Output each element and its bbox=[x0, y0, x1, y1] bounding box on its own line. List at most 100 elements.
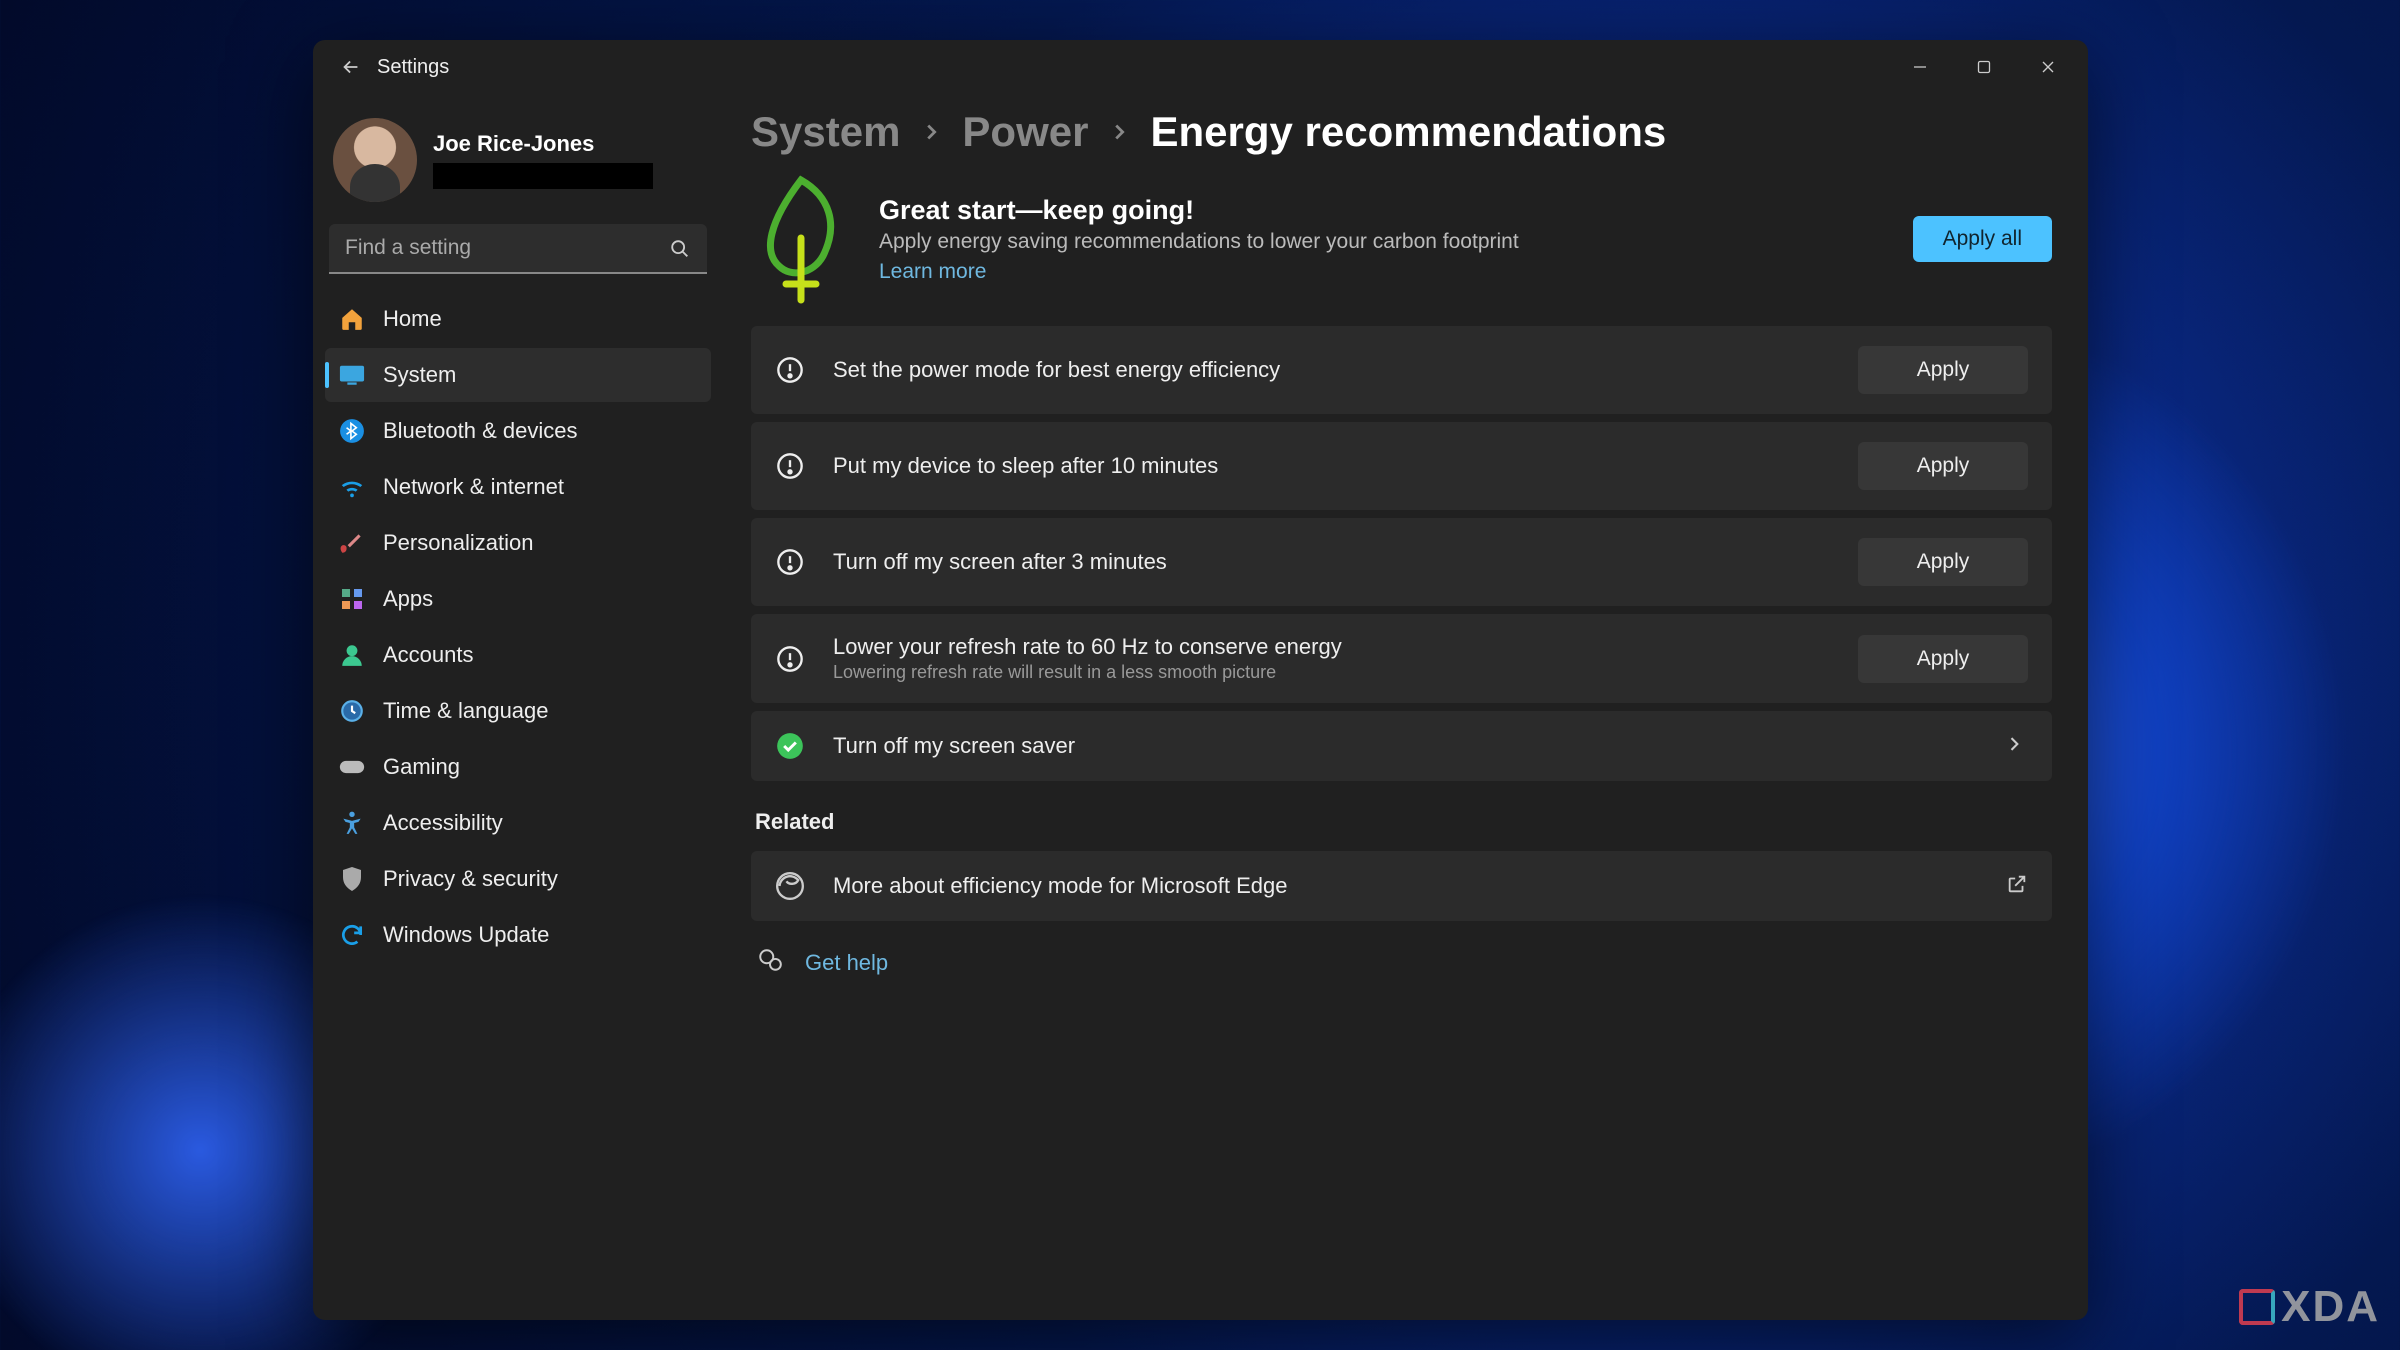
apps-icon bbox=[339, 586, 365, 612]
chevron-right-icon bbox=[1108, 121, 1130, 143]
avatar bbox=[333, 118, 417, 202]
chevron-right-icon bbox=[2004, 734, 2028, 759]
shield-icon bbox=[339, 866, 365, 892]
xda-watermark: XDA bbox=[2239, 1282, 2380, 1332]
search-wrap bbox=[329, 224, 707, 274]
window-controls bbox=[1888, 44, 2080, 90]
close-icon bbox=[2040, 59, 2056, 75]
get-help-row[interactable]: Get help bbox=[757, 947, 2052, 978]
breadcrumb-power[interactable]: Power bbox=[962, 108, 1088, 156]
minimize-icon bbox=[1912, 59, 1928, 75]
external-link-icon bbox=[2006, 873, 2028, 900]
sidebar-item-brush[interactable]: Personalization bbox=[325, 516, 711, 570]
leaf-icon bbox=[751, 174, 851, 304]
sidebar-item-apps[interactable]: Apps bbox=[325, 572, 711, 626]
apply-all-button[interactable]: Apply all bbox=[1913, 216, 2052, 262]
search-icon bbox=[669, 238, 691, 265]
breadcrumb: System Power Energy recommendations bbox=[751, 108, 2052, 156]
recommendation-card: Set the power mode for best energy effic… bbox=[751, 326, 2052, 414]
profile-block[interactable]: Joe Rice-Jones bbox=[325, 112, 711, 224]
accessibility-icon bbox=[339, 810, 365, 836]
hero-subtitle: Apply energy saving recommendations to l… bbox=[879, 230, 1885, 254]
titlebar: Settings bbox=[313, 40, 2088, 94]
related-heading: Related bbox=[755, 809, 2052, 835]
sidebar-item-home[interactable]: Home bbox=[325, 292, 711, 346]
sidebar-item-label: Network & internet bbox=[383, 474, 564, 500]
xda-logo-icon bbox=[2239, 1289, 2275, 1325]
search-input[interactable] bbox=[329, 224, 707, 274]
sidebar-item-shield[interactable]: Privacy & security bbox=[325, 852, 711, 906]
app-title: Settings bbox=[377, 56, 449, 79]
sidebar-item-label: Home bbox=[383, 306, 442, 332]
home-icon bbox=[339, 306, 365, 332]
apply-button[interactable]: Apply bbox=[1858, 635, 2028, 683]
sidebar-item-label: Privacy & security bbox=[383, 866, 558, 892]
sidebar-item-label: System bbox=[383, 362, 456, 388]
sidebar-item-label: Apps bbox=[383, 586, 433, 612]
apply-button[interactable]: Apply bbox=[1858, 442, 2028, 490]
alert-circle-icon bbox=[775, 355, 805, 385]
sidebar-item-clock[interactable]: Time & language bbox=[325, 684, 711, 738]
recommendation-card[interactable]: Turn off my screen saver bbox=[751, 711, 2052, 781]
breadcrumb-current: Energy recommendations bbox=[1150, 108, 1666, 156]
help-icon bbox=[757, 947, 783, 978]
arrow-left-icon bbox=[340, 56, 362, 78]
edge-icon bbox=[775, 871, 805, 901]
bluetooth-icon bbox=[339, 418, 365, 444]
nav: Home System Bluetooth & devices Network & i… bbox=[325, 292, 711, 962]
recommendation-title: Turn off my screen after 3 minutes bbox=[833, 549, 1830, 575]
sidebar-item-bluetooth[interactable]: Bluetooth & devices bbox=[325, 404, 711, 458]
breadcrumb-system[interactable]: System bbox=[751, 108, 900, 156]
sidebar-item-label: Accounts bbox=[383, 642, 474, 668]
recommendation-card: Put my device to sleep after 10 minutes A… bbox=[751, 422, 2052, 510]
recommendation-title: Set the power mode for best energy effic… bbox=[833, 357, 1830, 383]
sidebar-item-update[interactable]: Windows Update bbox=[325, 908, 711, 962]
update-icon bbox=[339, 922, 365, 948]
sidebar-item-wifi[interactable]: Network & internet bbox=[325, 460, 711, 514]
close-button[interactable] bbox=[2016, 44, 2080, 90]
related-list: More about efficiency mode for Microsoft… bbox=[751, 851, 2052, 921]
apply-button[interactable]: Apply bbox=[1858, 538, 2028, 586]
sidebar-item-label: Bluetooth & devices bbox=[383, 418, 577, 444]
back-button[interactable] bbox=[331, 47, 371, 87]
maximize-button[interactable] bbox=[1952, 44, 2016, 90]
clock-icon bbox=[339, 698, 365, 724]
brush-icon bbox=[339, 530, 365, 556]
recommendation-subtitle: Lowering refresh rate will result in a l… bbox=[833, 662, 1830, 683]
alert-circle-icon bbox=[775, 547, 805, 577]
check-circle-icon bbox=[775, 731, 805, 761]
recommendation-card: Lower your refresh rate to 60 Hz to cons… bbox=[751, 614, 2052, 703]
get-help-link[interactable]: Get help bbox=[805, 950, 888, 976]
sidebar-item-label: Gaming bbox=[383, 754, 460, 780]
sidebar-item-accessibility[interactable]: Accessibility bbox=[325, 796, 711, 850]
sidebar-item-label: Time & language bbox=[383, 698, 549, 724]
recommendation-title: Put my device to sleep after 10 minutes bbox=[833, 453, 1830, 479]
profile-name: Joe Rice-Jones bbox=[433, 131, 653, 157]
related-card[interactable]: More about efficiency mode for Microsoft… bbox=[751, 851, 2052, 921]
recommendation-title: Turn off my screen saver bbox=[833, 733, 1976, 759]
recommendation-title: Lower your refresh rate to 60 Hz to cons… bbox=[833, 634, 1830, 660]
settings-window: Settings Joe Rice-Jones bbox=[313, 40, 2088, 1320]
minimize-button[interactable] bbox=[1888, 44, 1952, 90]
sidebar-item-account[interactable]: Accounts bbox=[325, 628, 711, 682]
chevron-right-icon bbox=[920, 121, 942, 143]
hero: Great start—keep going! Apply energy sav… bbox=[751, 174, 2052, 304]
learn-more-link[interactable]: Learn more bbox=[879, 260, 986, 283]
sidebar-item-gaming[interactable]: Gaming bbox=[325, 740, 711, 794]
sidebar-item-label: Windows Update bbox=[383, 922, 549, 948]
apply-button[interactable]: Apply bbox=[1858, 346, 2028, 394]
alert-circle-icon bbox=[775, 451, 805, 481]
watermark-text: XDA bbox=[2281, 1282, 2380, 1332]
content: System Power Energy recommendations Grea… bbox=[723, 94, 2088, 1320]
hero-title: Great start—keep going! bbox=[879, 195, 1885, 226]
recommendation-card: Turn off my screen after 3 minutes Apply bbox=[751, 518, 2052, 606]
gaming-icon bbox=[339, 754, 365, 780]
profile-email-redacted bbox=[433, 163, 653, 189]
system-icon bbox=[339, 362, 365, 388]
sidebar-item-system[interactable]: System bbox=[325, 348, 711, 402]
recommendation-list: Set the power mode for best energy effic… bbox=[751, 326, 2052, 781]
account-icon bbox=[339, 642, 365, 668]
alert-circle-icon bbox=[775, 644, 805, 674]
sidebar-item-label: Personalization bbox=[383, 530, 533, 556]
related-title: More about efficiency mode for Microsoft… bbox=[833, 873, 1978, 899]
